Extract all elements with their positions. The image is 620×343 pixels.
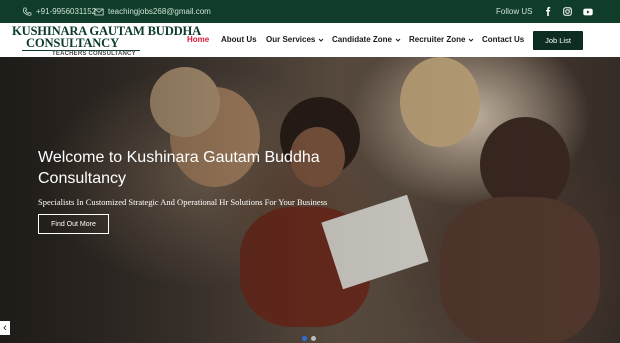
youtube-icon[interactable] (581, 5, 594, 18)
slider-dots (302, 336, 316, 341)
phone-number: +91-9956031152 (36, 7, 97, 16)
find-out-more-button[interactable]: Find Out More (38, 214, 109, 234)
nav-about-us[interactable]: About Us (221, 35, 257, 44)
logo-line-2: CONSULTANCY (26, 36, 119, 50)
hero-subtitle: Specialists In Customized Strategic And … (38, 197, 328, 207)
chevron-down-icon (395, 38, 401, 42)
chevron-down-icon (469, 38, 474, 42)
email-address: teachingjobs268@gmail.com (108, 7, 211, 16)
chevron-left-icon: ‹ (3, 322, 7, 334)
hero-title: Welcome to Kushinara Gautam Buddha Consu… (38, 149, 320, 187)
chevron-down-icon (319, 38, 324, 42)
site-header: KUSHINARA GAUTAM BUDDHA CONSULTANCY TEAC… (0, 23, 620, 57)
nav-candidate-zone[interactable]: Candidate Zone (332, 35, 401, 44)
job-list-button[interactable]: Job List (533, 31, 583, 50)
instagram-icon[interactable] (561, 5, 574, 18)
email-contact[interactable]: teachingjobs268@gmail.com (94, 0, 211, 23)
top-bar: +91-9956031152 teachingjobs268@gmail.com… (0, 0, 620, 23)
phone-contact[interactable]: +91-9956031152 (22, 0, 96, 23)
slider-prev-button[interactable]: ‹ (0, 321, 10, 335)
nav-contact-us[interactable]: Contact Us (482, 35, 524, 44)
slider-dot-1[interactable] (302, 336, 307, 341)
mail-icon (94, 8, 104, 15)
facebook-icon[interactable] (541, 5, 554, 18)
nav-home[interactable]: Home (187, 35, 209, 44)
site-logo[interactable]: KUSHINARA GAUTAM BUDDHA CONSULTANCY TEAC… (12, 25, 201, 58)
hero-slider: Welcome to Kushinara Gautam Buddha Consu… (0, 57, 620, 343)
nav-our-services[interactable]: Our Services (266, 35, 324, 44)
nav-recruiter-zone[interactable]: Recruiter Zone (409, 35, 474, 44)
follow-us-label: Follow US (496, 7, 533, 16)
slider-dot-2[interactable] (311, 336, 316, 341)
phone-icon (22, 7, 32, 16)
